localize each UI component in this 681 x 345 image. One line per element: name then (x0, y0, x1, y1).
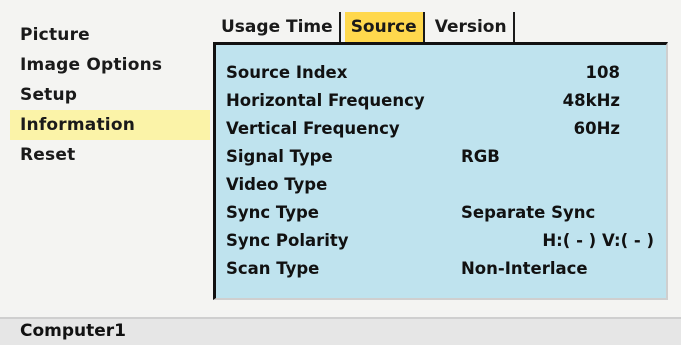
tab-label: Source (350, 17, 417, 37)
menu-item-label: Information (20, 115, 136, 135)
info-value: Separate Sync (461, 203, 596, 222)
info-label: Signal Type (226, 147, 333, 166)
info-label: Horizontal Frequency (226, 91, 425, 110)
info-label: Vertical Frequency (226, 119, 400, 138)
info-row-video-type: Video Type (226, 171, 656, 199)
info-row-horizontal-frequency: Horizontal Frequency 48kHz (226, 87, 656, 115)
menu-item-picture[interactable]: Picture (10, 20, 210, 50)
info-value: Non-Interlace (461, 259, 588, 278)
menu-item-setup[interactable]: Setup (10, 80, 210, 110)
info-row-scan-type: Scan Type Non-Interlace (226, 255, 656, 283)
projector-menu-window: Picture Image Options Setup Information … (0, 0, 681, 345)
info-label: Video Type (226, 175, 328, 194)
menu-item-label: Setup (20, 85, 78, 105)
info-row-vertical-frequency: Vertical Frequency 60Hz (226, 115, 656, 143)
info-row-signal-type: Signal Type RGB (226, 143, 656, 171)
tab-version[interactable]: Version (429, 12, 515, 42)
info-value: 48kHz (562, 91, 620, 110)
menu-item-label: Picture (20, 25, 90, 45)
status-bar: Computer1 (0, 317, 681, 345)
tab-usage-time[interactable]: Usage Time (215, 12, 341, 42)
info-row-sync-polarity: Sync Polarity H:( - ) V:( - ) (226, 227, 656, 255)
info-label: Source Index (226, 63, 348, 82)
info-label: Sync Type (226, 203, 319, 222)
main-menu-sidebar: Picture Image Options Setup Information … (10, 20, 210, 170)
tab-label: Version (434, 17, 507, 37)
information-tabs: Usage Time Source Version (215, 10, 519, 42)
info-value: H:( - ) V:( - ) (542, 231, 654, 250)
source-info-panel: Source Index 108 Horizontal Frequency 48… (213, 42, 668, 300)
current-input-name: Computer1 (20, 321, 127, 341)
info-row-sync-type: Sync Type Separate Sync (226, 199, 656, 227)
info-row-source-index: Source Index 108 (226, 59, 656, 87)
menu-item-image-options[interactable]: Image Options (10, 50, 210, 80)
info-value: RGB (461, 147, 500, 166)
menu-item-label: Image Options (20, 55, 163, 75)
tab-source[interactable]: Source (344, 12, 425, 42)
info-label: Scan Type (226, 259, 320, 278)
tab-label: Usage Time (221, 17, 333, 37)
info-value: 60Hz (573, 119, 620, 138)
info-value: 108 (585, 63, 620, 82)
menu-item-information[interactable]: Information (10, 110, 210, 140)
menu-item-reset[interactable]: Reset (10, 140, 210, 170)
menu-item-label: Reset (20, 145, 76, 165)
info-label: Sync Polarity (226, 231, 349, 250)
